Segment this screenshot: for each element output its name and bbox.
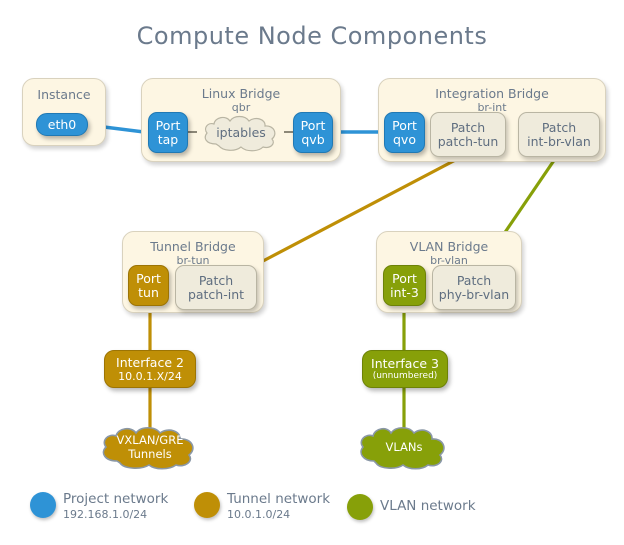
- instance-title: Instance: [37, 87, 91, 102]
- tunnels-cloud[interactable]: VXLAN/GRE Tunnels: [97, 425, 203, 470]
- port-tap-line2: tap: [157, 131, 179, 147]
- legend-dot-project-network: [30, 492, 56, 518]
- patch-phy-br-vlan[interactable]: Patch phy-br-vlan: [432, 265, 516, 310]
- linux-bridge-title: Linux Bridge: [201, 86, 281, 101]
- port-int-3[interactable]: Port int-3: [383, 265, 426, 306]
- interface-2-name: Interface 2: [116, 355, 184, 370]
- patch-int-br-vlan[interactable]: Patch int-br-vlan: [518, 112, 600, 157]
- legend-subnet-project-network: 192.168.1.0/24: [63, 508, 148, 521]
- interface-3-subnet: (unnumbered): [372, 371, 438, 381]
- port-tun[interactable]: Port tun: [128, 265, 169, 306]
- patch-int-br-vlan-line1: Patch: [541, 119, 577, 135]
- dash-tap-to-iptables: [188, 131, 197, 133]
- vlans-cloud[interactable]: VLANs: [355, 425, 453, 470]
- tunnel-bridge-title: Tunnel Bridge: [150, 239, 236, 254]
- vlans-cloud-shape: [360, 426, 445, 470]
- patch-int-br-vlan-line2: int-br-vlan: [527, 133, 591, 149]
- integration-bridge-title: Integration Bridge: [435, 86, 549, 101]
- iptables-cloud: iptables: [200, 114, 282, 152]
- port-tun-line2: tun: [138, 284, 159, 300]
- port-eth0-label: eth0: [47, 117, 77, 132]
- interface-3[interactable]: Interface 3 (unnumbered): [362, 350, 448, 388]
- port-qvb[interactable]: Port qvb: [293, 112, 333, 153]
- legend-label-tunnel-network: Tunnel network: [227, 491, 331, 507]
- vlan-bridge-title: VLAN Bridge: [409, 239, 489, 254]
- tunnels-cloud-shape: [102, 426, 194, 470]
- iptables-cloud-shape: [204, 115, 276, 152]
- interface-3-name: Interface 3: [371, 356, 439, 371]
- legend-label-vlan-network: VLAN network: [380, 498, 476, 514]
- dash-iptables-to-qvb: [284, 131, 293, 133]
- port-int-3-line1: Port: [392, 270, 417, 286]
- patch-patch-tun[interactable]: Patch patch-tun: [430, 112, 506, 157]
- interface-2[interactable]: Interface 2 10.0.1.X/24: [104, 350, 196, 388]
- patch-phy-br-vlan-line2: phy-br-vlan: [438, 286, 510, 302]
- port-int-3-line2: int-3: [390, 284, 419, 300]
- port-tun-line1: Port: [136, 270, 161, 286]
- patch-patch-int-line1: Patch: [198, 272, 234, 288]
- legend-dot-vlan-network: [347, 494, 373, 520]
- port-tap-line1: Port: [155, 117, 181, 133]
- diagram-canvas: Compute Node Components Instance eth0 Li…: [0, 0, 624, 545]
- patch-patch-int-line2: patch-int: [187, 286, 245, 302]
- port-qvb-line2: qvb: [301, 131, 325, 147]
- patch-phy-br-vlan-line1: Patch: [456, 272, 492, 288]
- patch-patch-int[interactable]: Patch patch-int: [175, 265, 257, 310]
- port-qvo-line2: qvo: [393, 131, 416, 147]
- patch-patch-tun-line1: Patch: [450, 119, 486, 135]
- legend-subnet-tunnel-network: 10.0.1.0/24: [227, 508, 291, 521]
- port-qvo[interactable]: Port qvo: [384, 112, 425, 153]
- legend-dot-tunnel-network: [194, 492, 220, 518]
- page-title: Compute Node Components: [136, 22, 488, 50]
- legend-label-project-network: Project network: [63, 491, 169, 507]
- port-tap[interactable]: Port tap: [148, 112, 188, 153]
- interface-2-subnet: 10.0.1.X/24: [118, 370, 182, 383]
- port-qvb-line1: Port: [300, 117, 326, 133]
- port-qvo-line1: Port: [392, 117, 417, 133]
- patch-patch-tun-line2: patch-tun: [437, 133, 499, 149]
- port-eth0[interactable]: eth0: [36, 113, 88, 136]
